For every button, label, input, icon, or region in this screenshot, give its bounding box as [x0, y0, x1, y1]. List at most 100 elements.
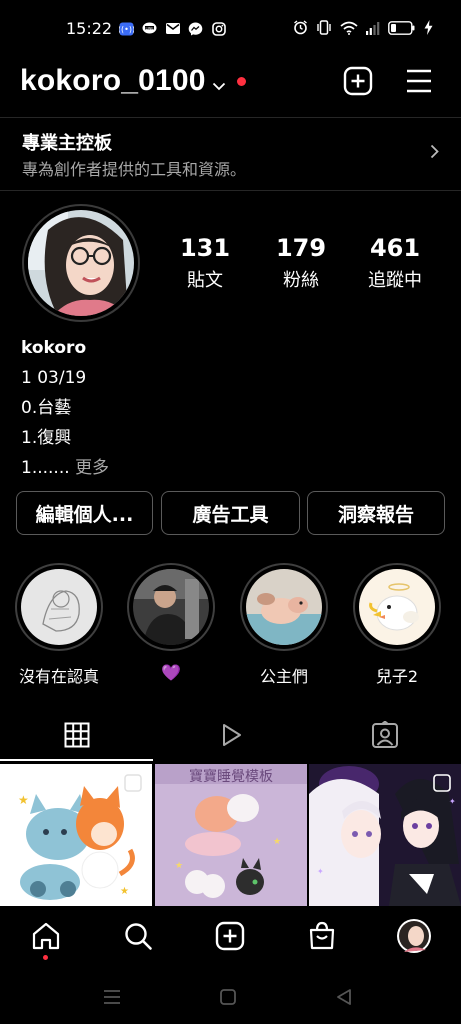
bio-display-name: kokoro	[21, 338, 87, 358]
active-tab-indicator	[0, 759, 153, 761]
home-system-icon[interactable]	[217, 986, 239, 1008]
nav-profile[interactable]	[396, 918, 432, 954]
notification-dot	[237, 77, 246, 86]
home-icon	[32, 922, 60, 950]
line-icon: LINE	[141, 21, 158, 36]
profile-avatar-ring[interactable]	[22, 204, 140, 322]
hamburger-menu-icon	[407, 69, 431, 93]
status-right-icons	[293, 20, 433, 39]
highlight-cover	[359, 569, 435, 645]
professional-dashboard[interactable]: 專業主控板 專為創作者提供的工具和資源。	[0, 119, 461, 189]
dashboard-title: 專業主控板	[22, 133, 112, 154]
followers-count-label: 粉絲	[283, 270, 319, 291]
vibrate-icon	[316, 20, 332, 39]
highlight-item[interactable]: 💜	[126, 563, 216, 682]
menu-button[interactable]	[405, 68, 433, 94]
highlight-ring	[127, 563, 215, 651]
chevron-down-icon[interactable]	[212, 76, 226, 95]
ad-tools-button[interactable]: 廣告工具	[161, 491, 300, 535]
nav-search[interactable]	[122, 920, 154, 952]
svg-text:★: ★	[18, 793, 29, 807]
tab-posts-grid[interactable]	[0, 708, 153, 762]
bio-more-link[interactable]: 更多	[75, 458, 109, 478]
status-left-icons: ((•)) LINE	[118, 21, 227, 36]
nav-create[interactable]	[214, 920, 246, 952]
create-button[interactable]	[343, 66, 373, 96]
highlight-ring	[240, 563, 328, 651]
multiple-photos-icon	[433, 774, 451, 796]
shop-icon	[309, 921, 335, 950]
bio-line: 0.台藝	[21, 398, 72, 418]
plus-square-icon	[343, 66, 373, 96]
post-overlay-title: 寶寶睡覺模板	[189, 769, 273, 785]
back-icon[interactable]	[333, 986, 355, 1008]
posts-count-value: 131	[179, 234, 231, 262]
dashboard-subtitle: 專為創作者提供的工具和資源。	[22, 160, 247, 179]
create-icon	[215, 921, 245, 951]
bio-line: 1.復興	[21, 428, 72, 448]
highlight-item[interactable]: 公主們	[239, 563, 329, 687]
svg-text:((•)): ((•))	[119, 25, 134, 34]
reels-icon	[222, 724, 241, 746]
divider	[0, 190, 461, 191]
messenger-icon	[187, 21, 204, 36]
status-time: 15:22	[66, 19, 113, 38]
insights-button[interactable]: 洞察報告	[307, 491, 445, 535]
highlight-item[interactable]: 兒子2	[352, 563, 442, 687]
profile-tabs	[0, 708, 461, 762]
system-navigation	[0, 970, 461, 1024]
status-bar: 15:22 ((•)) LINE	[0, 0, 461, 60]
instagram-icon	[210, 21, 227, 36]
profile-header: kokoro_0100	[0, 60, 461, 106]
highlight-cover	[21, 569, 97, 645]
followers-count[interactable]: 179 粉絲	[256, 234, 346, 292]
following-count-value: 461	[369, 234, 421, 262]
nfc-icon: ((•))	[118, 21, 135, 36]
highlight-label: 公主們	[259, 667, 308, 686]
nav-shop[interactable]	[306, 920, 338, 952]
followers-count-value: 179	[275, 234, 327, 262]
following-count-label: 追蹤中	[368, 270, 422, 291]
alarm-icon	[293, 20, 308, 39]
svg-text:LINE: LINE	[145, 26, 154, 30]
post-thumbnail[interactable]: ★ ★ 寶寶睡覺模板	[155, 764, 307, 906]
battery-icon	[388, 20, 416, 39]
edit-profile-button[interactable]: 編輯個人...	[16, 491, 153, 535]
tagged-icon	[371, 721, 398, 748]
username-switcher[interactable]: kokoro_0100	[20, 64, 206, 98]
divider	[0, 117, 461, 118]
profile-avatar[interactable]	[28, 210, 134, 316]
posts-count-label: 貼文	[187, 270, 223, 291]
svg-text:★: ★	[175, 861, 183, 871]
bio-line: 1....... 更多	[21, 453, 109, 483]
highlight-label: 💜	[161, 663, 181, 682]
nav-notification-dot	[43, 955, 48, 960]
mail-icon	[164, 21, 181, 36]
recent-apps-icon[interactable]	[101, 986, 123, 1008]
bio-line: 1 03/19	[21, 368, 87, 388]
signal-icon	[366, 20, 380, 39]
svg-text:✦: ✦	[317, 867, 324, 876]
highlight-cover	[133, 569, 209, 645]
wifi-icon	[340, 20, 358, 39]
svg-text:✦: ✦	[449, 797, 456, 806]
following-count[interactable]: 461 追蹤中	[350, 234, 440, 292]
nav-home[interactable]	[30, 920, 62, 952]
bio-line-text: 1.......	[21, 458, 70, 478]
posts-count[interactable]: 131 貼文	[160, 234, 250, 292]
charging-icon	[424, 20, 433, 39]
highlight-ring	[15, 563, 103, 651]
highlight-item[interactable]: 沒有在認真	[14, 563, 104, 687]
tab-tagged[interactable]	[308, 708, 461, 762]
multiple-photos-icon	[124, 774, 142, 796]
svg-text:★: ★	[120, 886, 129, 897]
post-thumbnail[interactable]: ✦ ✦	[309, 764, 461, 906]
search-icon	[125, 923, 152, 950]
profile-avatar	[397, 919, 431, 953]
tab-reels[interactable]	[154, 708, 307, 762]
chevron-right-icon	[430, 144, 439, 163]
highlight-ring	[353, 563, 441, 651]
bottom-navigation	[0, 906, 461, 970]
post-thumbnail[interactable]: ★ ★	[0, 764, 152, 906]
profile-bio: kokoro 1 03/19 0.台藝 1.復興 1....... 更多	[21, 333, 109, 483]
